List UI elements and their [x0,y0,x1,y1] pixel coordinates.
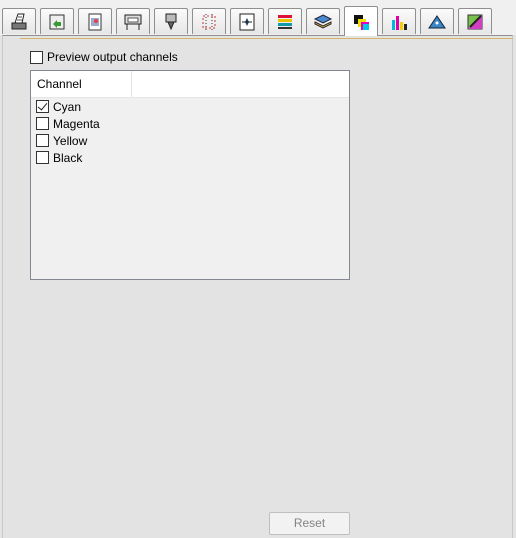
channel-label: Black [53,150,83,165]
channel-label: Yellow [53,133,88,148]
channel-list-header: Channel [31,71,349,98]
preview-output-row[interactable]: Preview output channels [30,50,178,64]
list-item-yellow[interactable]: Yellow [31,132,349,149]
tab-tag[interactable] [420,8,454,34]
crop-marks-icon [202,13,216,30]
tab-ink-bars[interactable] [382,8,416,34]
column-header-empty[interactable] [132,71,349,98]
tab-printer-roll[interactable] [116,8,150,34]
channel-checkbox-cyan[interactable] [36,100,49,113]
channel-checkbox-magenta[interactable] [36,117,49,130]
color-picker-icon [467,14,483,29]
page-layout-icon [239,13,255,30]
channel-checkbox-yellow[interactable] [36,134,49,147]
tab-color-picker[interactable] [458,8,492,34]
printer-setup-icon [11,13,27,29]
layers-icon [313,13,333,29]
image-file-icon [88,13,102,30]
tab-output-channels[interactable] [344,6,378,36]
tab-crop-marks[interactable] [192,8,226,34]
printer-roll-icon [124,14,142,30]
list-item-black[interactable]: Black [31,149,349,166]
channel-checkbox-black[interactable] [36,151,49,164]
list-item-cyan[interactable]: Cyan [31,98,349,115]
reset-button[interactable]: Reset [269,512,350,535]
tab-printer-setup[interactable] [2,8,36,34]
channel-label: Magenta [53,116,100,131]
ink-bars-icon [392,15,407,30]
media-arrow-icon [49,14,65,29]
tab-strip [0,0,516,36]
preview-output-label: Preview output channels [47,50,178,64]
output-channels-icon [354,14,369,30]
tab-layers[interactable] [306,8,340,34]
color-bars-icon [278,14,292,29]
channel-label: Cyan [53,99,82,114]
divider-line [20,38,513,39]
tab-media[interactable] [40,8,74,34]
column-header-channel[interactable]: Channel [31,71,132,98]
tab-color-bars[interactable] [268,8,302,34]
tag-shape-icon [428,14,446,28]
tab-print-head[interactable] [154,8,188,34]
channel-list[interactable]: Channel Cyan Magenta Yellow Black [30,70,350,280]
tab-page-layout[interactable] [230,8,264,34]
print-head-icon [165,13,177,30]
preview-output-checkbox[interactable] [30,50,43,64]
list-item-magenta[interactable]: Magenta [31,115,349,132]
tab-image[interactable] [78,8,112,34]
